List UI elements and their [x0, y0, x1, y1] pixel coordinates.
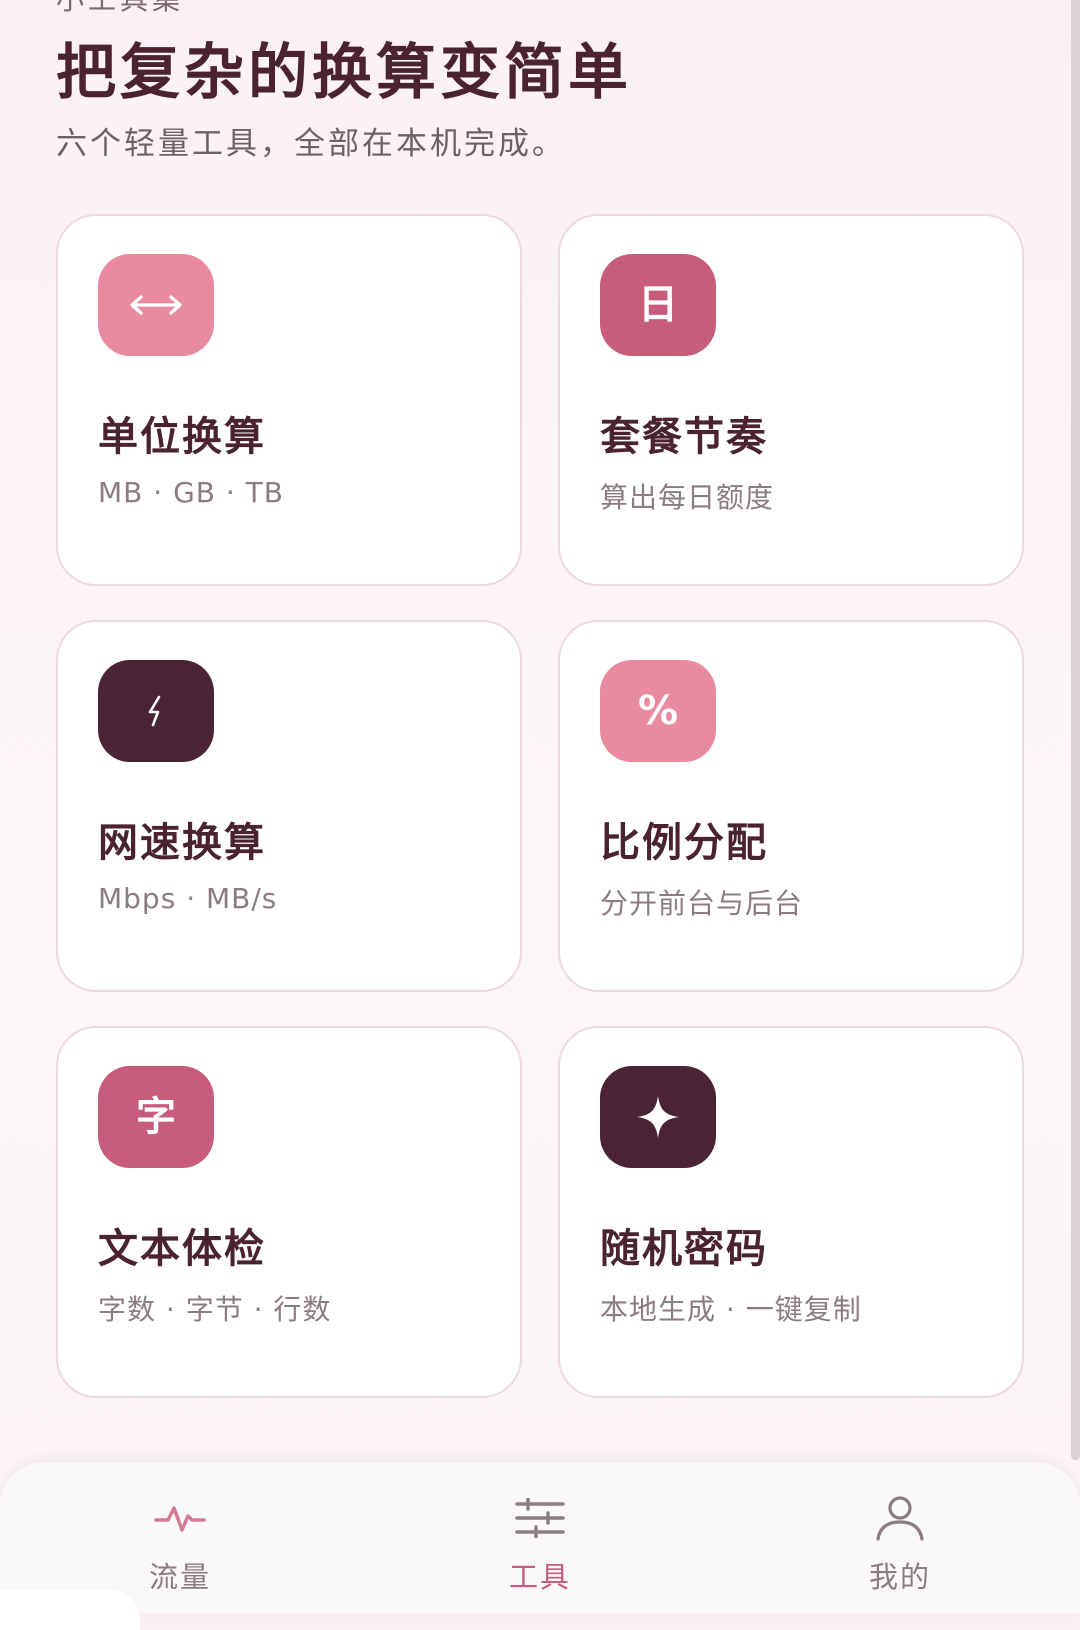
tool-card-subtitle: 字数 · 字节 · 行数	[98, 1293, 332, 1326]
tool-card-unit-conversion[interactable]: 单位换算 MB · GB · TB	[56, 214, 522, 586]
scrollbar-thumb[interactable]	[1071, 0, 1080, 1460]
tool-card-text-check[interactable]: 字 文本体检 字数 · 字节 · 行数	[56, 1026, 522, 1398]
person-icon	[872, 1494, 928, 1542]
tool-card-subtitle: 本地生成 · 一键复制	[600, 1293, 862, 1326]
tool-card-title: 文本体检	[98, 1226, 266, 1272]
percent-icon: %	[600, 660, 716, 762]
percent-glyph: %	[637, 688, 679, 734]
sliders-icon	[512, 1494, 568, 1542]
tool-card-subtitle: MB · GB · TB	[98, 476, 284, 509]
calendar-day-glyph: 日	[638, 282, 678, 328]
page-title: 把复杂的换算变简单	[56, 38, 632, 108]
tool-card-title: 网速换算	[98, 820, 266, 866]
corner-overlay	[0, 1590, 140, 1630]
character-icon: 字	[98, 1066, 214, 1168]
nav-label: 工具	[508, 1560, 571, 1594]
tool-card-subtitle: 分开前台与后台	[600, 887, 804, 920]
tools-grid: 单位换算 MB · GB · TB 日 套餐节奏 算出每日额度 网速换算 Mbp…	[56, 214, 1024, 1398]
pulse-icon	[152, 1494, 208, 1542]
character-glyph: 字	[136, 1094, 176, 1140]
calendar-day-icon: 日	[600, 254, 716, 356]
bottom-nav: 流量 工具 我的	[0, 1462, 1080, 1613]
nav-label: 我的	[868, 1560, 931, 1594]
sparkle-icon	[600, 1066, 716, 1168]
tool-card-title: 随机密码	[600, 1226, 768, 1272]
tool-card-random-password[interactable]: 随机密码 本地生成 · 一键复制	[558, 1026, 1024, 1398]
tool-card-speed-conversion[interactable]: 网速换算 Mbps · MB/s	[56, 620, 522, 992]
tool-card-title: 比例分配	[600, 820, 768, 866]
nav-item-tools[interactable]: 工具	[360, 1462, 720, 1613]
arrows-horizontal-icon	[98, 254, 214, 356]
page-subtitle: 六个轻量工具，全部在本机完成。	[56, 126, 566, 162]
lightning-icon	[98, 660, 214, 762]
tool-card-title: 套餐节奏	[600, 414, 768, 460]
nav-item-profile[interactable]: 我的	[720, 1462, 1080, 1613]
tool-card-subtitle: Mbps · MB/s	[98, 882, 278, 915]
tool-card-title: 单位换算	[98, 414, 266, 460]
tool-card-subtitle: 算出每日额度	[600, 481, 775, 514]
page-eyebrow: 小工具集	[56, 0, 184, 18]
tool-card-plan-pace[interactable]: 日 套餐节奏 算出每日额度	[558, 214, 1024, 586]
nav-label: 流量	[148, 1560, 211, 1594]
tool-card-ratio-split[interactable]: % 比例分配 分开前台与后台	[558, 620, 1024, 992]
